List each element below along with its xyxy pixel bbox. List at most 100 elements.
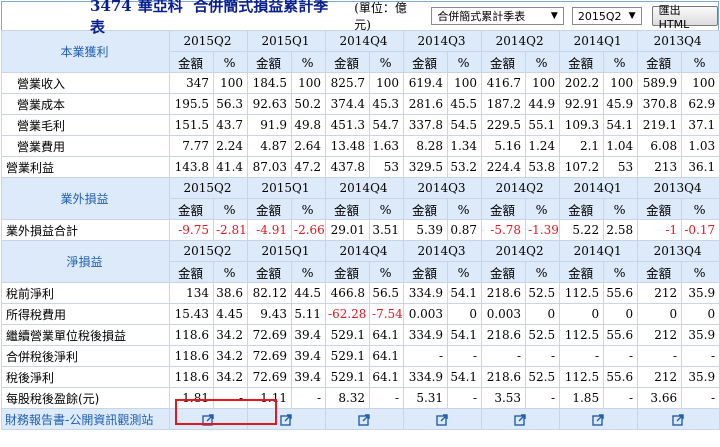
- table-row: 所得稅費用 15.43 4.45 9.43 5.11 -62.28 -7.54 0.003 0 0…: [1, 303, 720, 325]
- row-label: 稅後淨利: [1, 366, 170, 388]
- pct-cell: 0.87: [447, 219, 483, 241]
- amount-cell: 218.6: [481, 366, 527, 388]
- period-header: 2014Q2: [481, 177, 561, 199]
- pct-cell: 3.51: [369, 219, 405, 241]
- pct-cell: 39.4: [291, 345, 327, 367]
- pct-cell: 54.7: [369, 114, 405, 136]
- period-header: 2014Q1: [559, 30, 639, 52]
- amount-cell: 118.6: [169, 366, 214, 388]
- external-link-icon[interactable]: [671, 413, 684, 426]
- amount-cell: 8.32: [325, 387, 371, 409]
- amount-cell: 437.8: [325, 156, 371, 178]
- row-label: 營業收入: [1, 72, 170, 94]
- report-type-select[interactable]: 合併簡式累計季表 ▼: [431, 7, 564, 25]
- pct-cell: -7.54: [369, 303, 405, 325]
- amount-cell: 87.03: [247, 156, 293, 178]
- pct-cell: 45.9: [603, 93, 639, 115]
- pct-cell: 64.1: [369, 345, 405, 367]
- pct-cell: 100: [447, 72, 483, 94]
- pct-cell: 100: [291, 72, 327, 94]
- amount-cell: 8.28: [403, 135, 449, 157]
- amount-header: 金額: [559, 261, 605, 283]
- external-link-icon[interactable]: [435, 413, 448, 426]
- pct-cell: 2.58: [603, 219, 639, 241]
- financial-report-link[interactable]: 財務報告書-公開資訊觀測站: [1, 408, 170, 430]
- amount-cell: 112.5: [559, 366, 605, 388]
- pct-cell: 35.9: [681, 282, 720, 304]
- pct-cell: 54.5: [447, 114, 483, 136]
- pct-cell: 41.4: [212, 156, 249, 178]
- pct-header: %: [525, 261, 561, 283]
- pct-cell: -0.17: [681, 219, 720, 241]
- amount-cell: 825.7: [325, 72, 371, 94]
- row-label: 所得稅費用: [1, 303, 170, 325]
- external-link-cell[interactable]: [325, 408, 405, 430]
- amount-cell: -: [403, 345, 449, 367]
- pct-header: %: [369, 51, 405, 73]
- amount-header: 金額: [247, 198, 293, 220]
- amount-cell: 229.5: [481, 114, 527, 136]
- external-link-icon[interactable]: [591, 413, 604, 426]
- pct-header: %: [212, 51, 249, 73]
- external-link-cell[interactable]: [403, 408, 483, 430]
- amount-cell: 370.8: [637, 93, 683, 115]
- pct-cell: 35.9: [681, 366, 720, 388]
- external-link-icon[interactable]: [357, 413, 370, 426]
- amount-cell: 91.9: [247, 114, 293, 136]
- row-label: 繼續營業單位稅後損益: [1, 324, 170, 346]
- amount-cell: 218.6: [481, 324, 527, 346]
- amount-cell: 3.53: [481, 387, 527, 409]
- pct-cell: 54.1: [603, 114, 639, 136]
- pct-cell: 56.3: [212, 93, 249, 115]
- period-header: 2014Q1: [559, 177, 639, 199]
- page-title: 3474 華亞科 合併簡式損益累計季表: [90, 0, 329, 36]
- pct-cell: -1.39: [525, 219, 561, 241]
- pct-cell: -: [447, 387, 483, 409]
- pct-cell: 0: [681, 303, 720, 325]
- pct-cell: 0: [525, 303, 561, 325]
- pct-header: %: [681, 198, 720, 220]
- amount-cell: 4.87: [247, 135, 293, 157]
- pct-cell: 37.1: [681, 114, 720, 136]
- pct-header: %: [291, 198, 327, 220]
- row-label: 營業成本: [1, 93, 170, 115]
- amount-header: 金額: [403, 51, 449, 73]
- amount-header: 金額: [559, 51, 605, 73]
- amount-cell: 218.6: [481, 282, 527, 304]
- pct-header: %: [603, 198, 639, 220]
- amount-cell: 212: [637, 282, 683, 304]
- amount-cell: 92.63: [247, 93, 293, 115]
- amount-cell: 151.5: [169, 114, 214, 136]
- external-link-cell[interactable]: [559, 408, 639, 430]
- external-link-cell[interactable]: [637, 408, 720, 430]
- pct-cell: 100: [603, 72, 639, 94]
- table-row: 繼續營業單位稅後損益 118.6 34.2 72.69 39.4 529.1 64.1 334…: [1, 324, 720, 346]
- pct-cell: 1.04: [603, 135, 639, 157]
- pct-cell: -: [525, 345, 561, 367]
- pct-header: %: [447, 51, 483, 73]
- amount-cell: 0.003: [403, 303, 449, 325]
- external-link-icon[interactable]: [513, 413, 526, 426]
- pct-cell: 62.9: [681, 93, 720, 115]
- amount-header: 金額: [247, 51, 293, 73]
- income-statement-table: 本業獲利 2015Q2 2015Q1 2014Q4 2014Q3 2014Q2 2014Q1…: [1, 30, 720, 430]
- amount-header: 金額: [169, 51, 214, 73]
- table-row: 每股稅後盈餘(元) 1.81-1.11-8.32-5.31-3.53-1.85-3…: [1, 387, 720, 409]
- external-link-icon[interactable]: [279, 413, 292, 426]
- external-link-cell[interactable]: [481, 408, 561, 430]
- amount-cell: 334.9: [403, 282, 449, 304]
- pct-cell: -2.66: [291, 219, 327, 241]
- amount-cell: 219.1: [637, 114, 683, 136]
- period-select[interactable]: 2015Q2 ▼: [571, 7, 642, 25]
- row-label: 每股稅後盈餘(元): [1, 387, 170, 409]
- pct-cell: 35.9: [681, 324, 720, 346]
- amount-header: 金額: [325, 51, 371, 73]
- pct-cell: 52.5: [525, 324, 561, 346]
- period-header-row: 淨損益 2015Q2 2015Q1 2014Q4 2014Q3 2014Q2 2014Q1 2…: [1, 240, 720, 283]
- export-html-button[interactable]: 匯出HTML: [651, 4, 718, 31]
- amount-header: 金額: [637, 51, 683, 73]
- pct-cell: 38.6: [212, 282, 249, 304]
- pct-header: %: [369, 198, 405, 220]
- pct-cell: 100: [681, 72, 720, 94]
- amount-cell: 187.2: [481, 93, 527, 115]
